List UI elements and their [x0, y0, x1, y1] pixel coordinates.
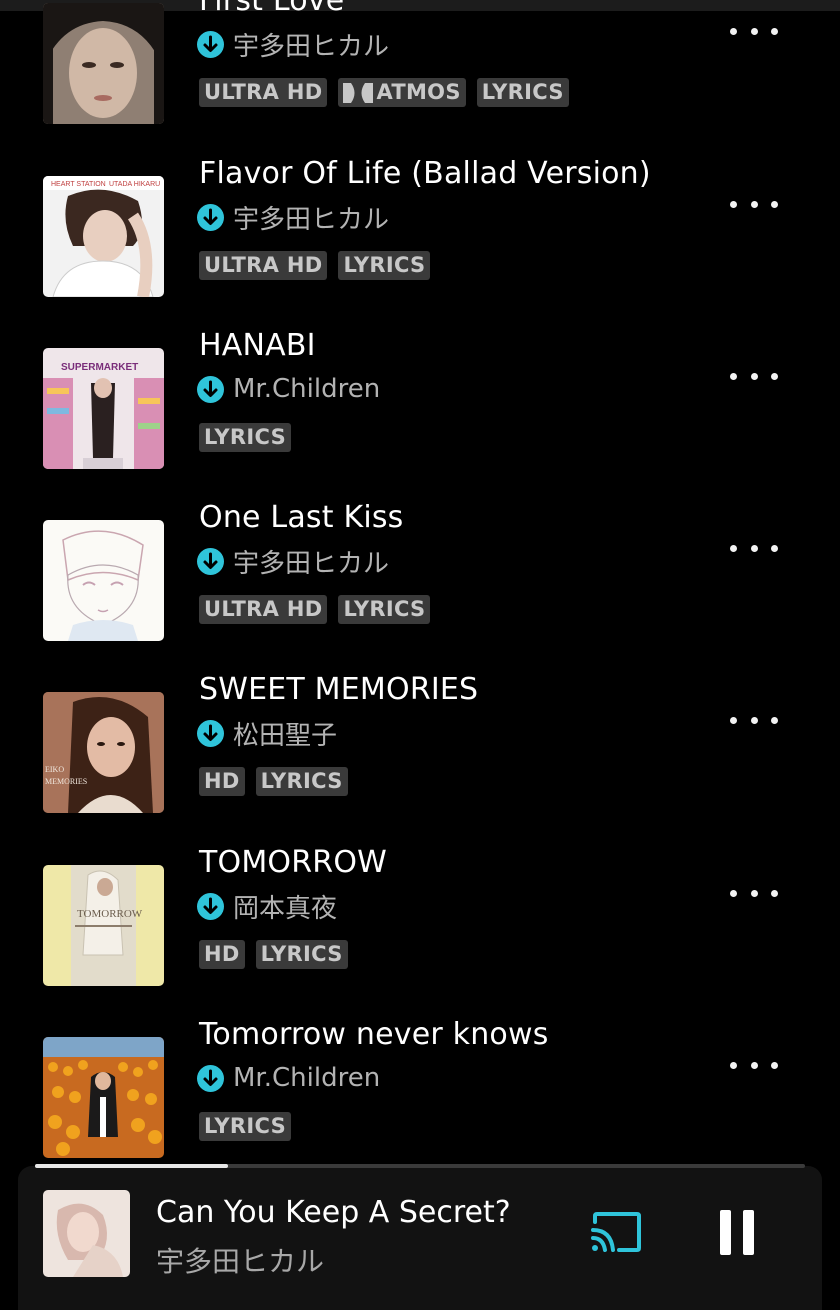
track-artist[interactable]: 松田聖子: [233, 715, 337, 752]
badge-group: ULTRA HD ATMOS LYRICS: [199, 78, 569, 107]
more-options-icon[interactable]: [730, 23, 778, 39]
more-options-icon[interactable]: [730, 196, 778, 212]
mini-player[interactable]: [18, 1166, 822, 1310]
now-playing-title[interactable]: Can You Keep A Secret?: [156, 1195, 511, 1230]
track-row[interactable]: TOMORROW TOMORROW 岡本真夜 HD LYRICS: [0, 845, 840, 1037]
more-options-icon[interactable]: [730, 1057, 778, 1073]
track-title[interactable]: One Last Kiss: [199, 500, 404, 535]
lyrics-badge: LYRICS: [255, 767, 348, 796]
artist-line: 宇多田ヒカル: [197, 26, 389, 63]
badge-group: HD LYRICS: [199, 940, 348, 969]
artist-line: 宇多田ヒカル: [197, 543, 389, 580]
album-art[interactable]: [43, 1037, 164, 1158]
track-artist[interactable]: 岡本真夜: [233, 888, 337, 925]
downloaded-icon: [197, 30, 224, 58]
more-options-icon[interactable]: [730, 885, 778, 901]
track-row[interactable]: EIKO MEMORIES SWEET MEMORIES 松田聖子 HD LYR…: [0, 672, 840, 864]
track-title[interactable]: SWEET MEMORIES: [199, 672, 478, 707]
more-options-icon[interactable]: [730, 368, 778, 384]
lyrics-badge: LYRICS: [476, 78, 569, 107]
svg-text:UTADA HIKARU: UTADA HIKARU: [109, 181, 160, 188]
track-artist[interactable]: 宇多田ヒカル: [233, 543, 389, 580]
more-options-icon[interactable]: [730, 540, 778, 556]
downloaded-icon: [197, 375, 224, 403]
atmos-badge: ATMOS: [338, 78, 466, 107]
downloaded-icon: [197, 719, 224, 747]
album-art[interactable]: HEART STATION UTADA HIKARU: [43, 176, 164, 297]
artist-line: 岡本真夜: [197, 888, 337, 925]
quality-badge: ULTRA HD: [199, 78, 328, 107]
quality-badge: HD: [199, 940, 245, 969]
track-title[interactable]: Flavor Of Life (Ballad Version): [199, 156, 651, 191]
quality-badge: ULTRA HD: [199, 251, 328, 280]
track-artist[interactable]: Mr.Children: [233, 1063, 380, 1093]
track-title[interactable]: HANABI: [199, 328, 316, 363]
artist-line: Mr.Children: [197, 1061, 380, 1095]
lyrics-badge: LYRICS: [338, 251, 431, 280]
track-title[interactable]: Tomorrow never knows: [199, 1017, 549, 1052]
track-row[interactable]: SUPERMARKET HANABI Mr.Children LYRICS: [0, 328, 840, 520]
badge-group: ULTRA HD LYRICS: [199, 251, 431, 280]
artist-line: Mr.Children: [197, 372, 380, 406]
album-art[interactable]: TOMORROW: [43, 865, 164, 986]
track-title[interactable]: TOMORROW: [199, 845, 387, 880]
album-art[interactable]: SUPERMARKET: [43, 348, 164, 469]
lyrics-badge: LYRICS: [199, 1112, 292, 1141]
album-art[interactable]: [43, 3, 164, 124]
track-row[interactable]: First Love 宇多田ヒカル ULTRA HD ATMOS LYRICS: [0, 0, 840, 175]
badge-group: ULTRA HD LYRICS: [199, 595, 431, 624]
downloaded-icon: [197, 547, 224, 575]
quality-badge: HD: [199, 767, 245, 796]
album-art[interactable]: EIKO MEMORIES: [43, 692, 164, 813]
downloaded-icon: [197, 1064, 224, 1092]
badge-group: LYRICS: [199, 1112, 292, 1141]
cast-icon[interactable]: [589, 1210, 643, 1254]
track-artist[interactable]: 宇多田ヒカル: [233, 26, 389, 63]
badge-group: HD LYRICS: [199, 767, 348, 796]
playback-progress-fill: [35, 1164, 228, 1168]
now-playing-artist[interactable]: 宇多田ヒカル: [156, 1240, 324, 1280]
quality-badge: ULTRA HD: [199, 595, 328, 624]
downloaded-icon: [197, 892, 224, 920]
badge-group: LYRICS: [199, 423, 292, 452]
svg-text:HEART STATION: HEART STATION: [51, 181, 106, 188]
playback-progress[interactable]: [35, 1164, 805, 1168]
artist-line: 宇多田ヒカル: [197, 199, 389, 236]
svg-text:TOMORROW: TOMORROW: [77, 908, 143, 920]
lyrics-badge: LYRICS: [199, 423, 292, 452]
dolby-icon: [343, 82, 374, 103]
svg-text:SUPERMARKET: SUPERMARKET: [61, 362, 138, 373]
pause-icon[interactable]: [720, 1210, 754, 1255]
track-row[interactable]: One Last Kiss 宇多田ヒカル ULTRA HD LYRICS: [0, 500, 840, 692]
more-options-icon[interactable]: [730, 712, 778, 728]
svg-text:EIKO: EIKO: [45, 765, 64, 774]
downloaded-icon: [197, 203, 224, 231]
artist-line: 松田聖子: [197, 715, 337, 752]
track-title[interactable]: First Love: [199, 0, 344, 18]
album-art[interactable]: [43, 520, 164, 641]
track-row[interactable]: HEART STATION UTADA HIKARU Flavor Of Lif…: [0, 156, 840, 348]
track-artist[interactable]: Mr.Children: [233, 374, 380, 404]
lyrics-badge: LYRICS: [255, 940, 348, 969]
atmos-label: ATMOS: [376, 80, 461, 104]
svg-text:MEMORIES: MEMORIES: [45, 777, 87, 786]
track-artist[interactable]: 宇多田ヒカル: [233, 199, 389, 236]
now-playing-art[interactable]: [43, 1190, 130, 1277]
lyrics-badge: LYRICS: [338, 595, 431, 624]
